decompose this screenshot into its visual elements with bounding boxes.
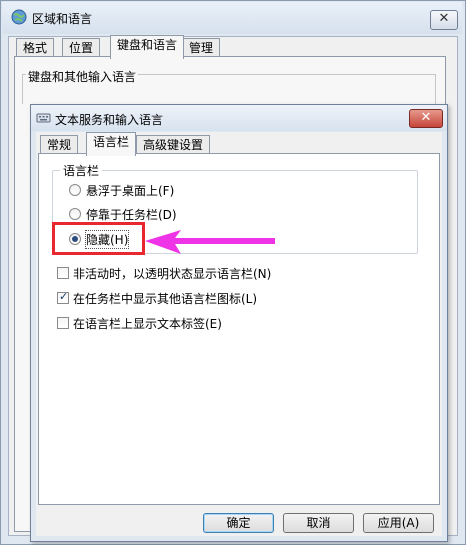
cancel-button[interactable]: 取消	[283, 513, 354, 533]
checkbox-transparent-inactive-label[interactable]: 非活动时，以透明状态显示语言栏(N)	[73, 265, 271, 282]
outer-title-bar[interactable]: 区域和语言 ✕	[2, 2, 462, 34]
checkbox-transparent-inactive[interactable]	[57, 267, 69, 279]
apply-button[interactable]: 应用(A)	[363, 513, 434, 533]
radio-float-desktop[interactable]	[69, 184, 81, 196]
tab-language-bar[interactable]: 语言栏	[86, 132, 137, 156]
dialog-title: 文本服务和输入语言	[55, 113, 164, 127]
checkbox-show-other-icons[interactable]: ✓	[57, 290, 69, 304]
radio-float-desktop-label[interactable]: 悬浮于桌面上(F)	[86, 182, 174, 199]
checkmark-icon: ✓	[59, 290, 69, 303]
radio-dock-taskbar[interactable]	[69, 208, 81, 220]
checkbox-show-other-icons-label[interactable]: 在任务栏中显示其他语言栏图标(L)	[73, 290, 257, 307]
outer-close-button[interactable]: ✕	[430, 10, 458, 30]
ok-button[interactable]: 确定	[203, 513, 274, 533]
tab-keyboard-language[interactable]: 键盘和语言	[110, 35, 185, 59]
dialog-close-button[interactable]: ✕	[409, 109, 443, 128]
outer-window-title: 区域和语言	[32, 12, 93, 26]
keyboard-icon	[36, 111, 51, 124]
checkbox-show-text-labels[interactable]	[57, 317, 69, 329]
globe-icon	[10, 8, 28, 26]
radio-dock-taskbar-label[interactable]: 停靠于任务栏(D)	[86, 206, 177, 223]
outer-group-label: 键盘和其他输入语言	[26, 68, 139, 85]
language-bar-group-label: 语言栏	[60, 162, 103, 179]
pointer-arrow	[145, 230, 275, 254]
highlight-box	[52, 222, 145, 255]
dialog-title-bar[interactable]: 文本服务和输入语言 ✕	[31, 105, 447, 131]
checkbox-show-text-labels-label[interactable]: 在语言栏上显示文本标签(E)	[73, 315, 222, 332]
